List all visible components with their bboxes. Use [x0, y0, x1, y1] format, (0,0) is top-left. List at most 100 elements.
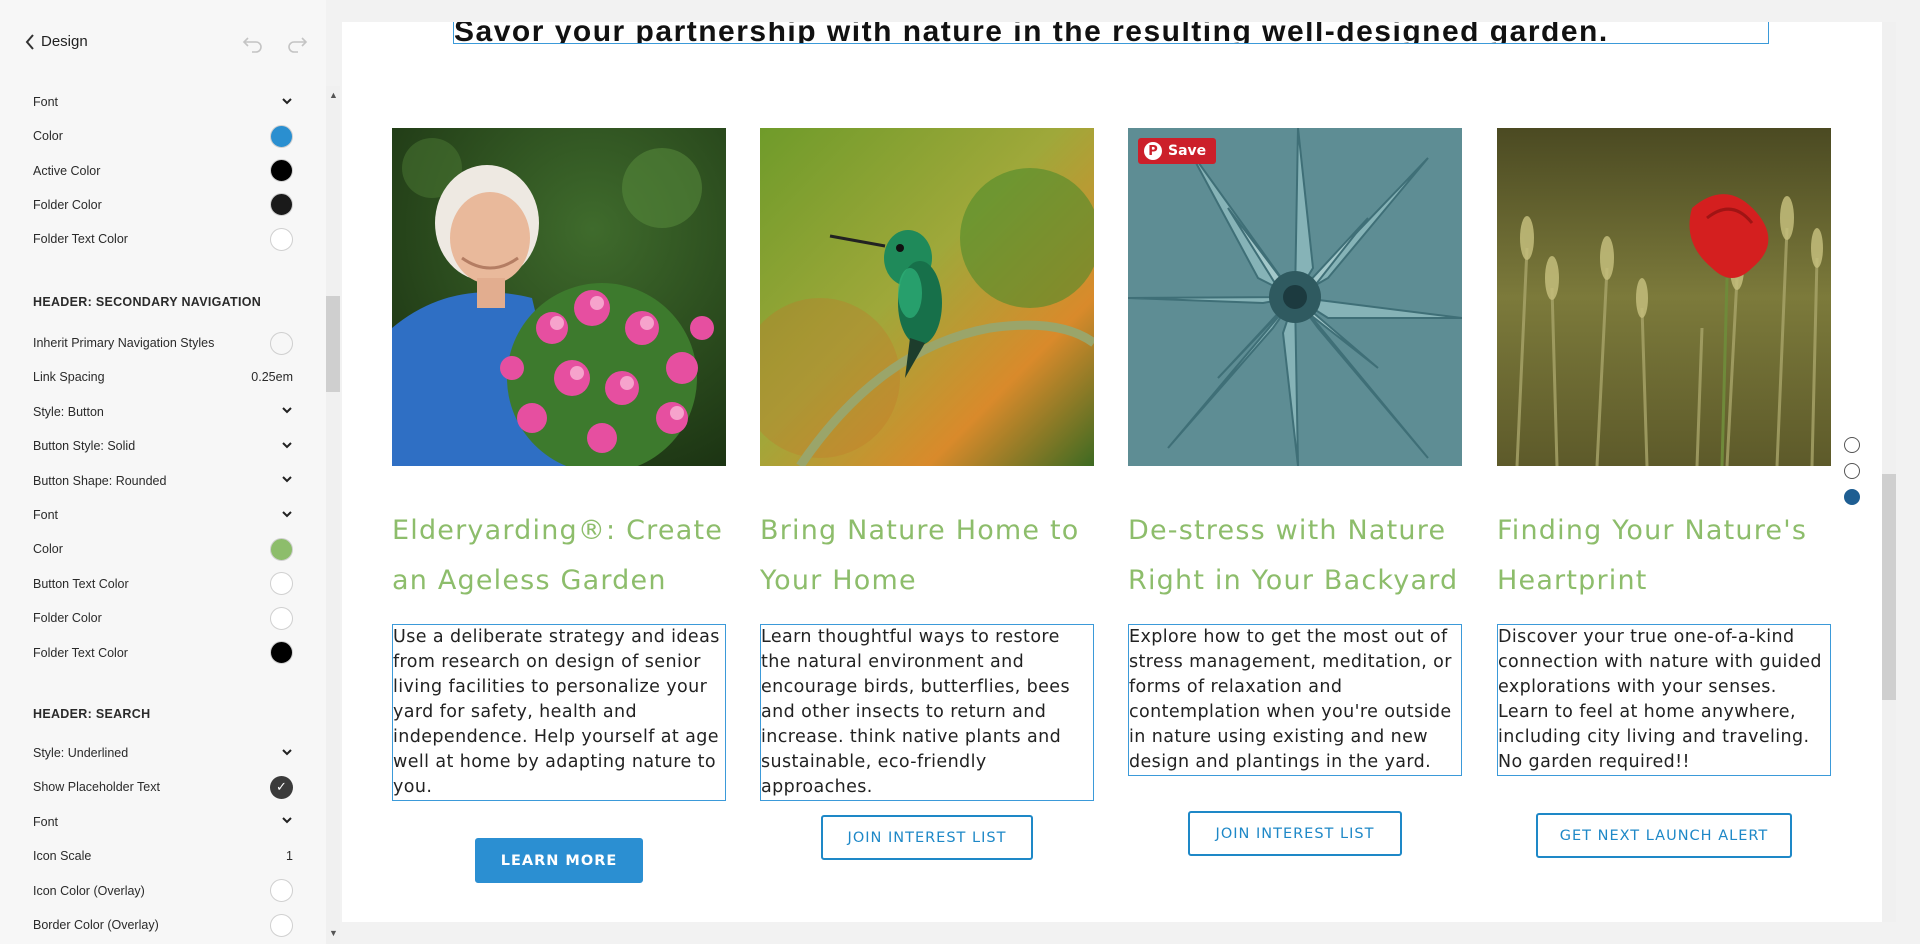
color-swatch[interactable]	[270, 606, 293, 630]
setting-label: Border Color (Overlay)	[33, 918, 159, 932]
setting-folder-color[interactable]: Folder Color	[33, 190, 293, 220]
color-swatch[interactable]	[270, 879, 293, 903]
card-destress-nature: P Save De-stress with Nature Right in Yo…	[1128, 128, 1462, 776]
back-label: Design	[41, 33, 88, 50]
dropdown-toggle[interactable]	[281, 404, 293, 419]
dropdown-toggle[interactable]	[281, 439, 293, 454]
setting-icon-color-overlay[interactable]: Icon Color (Overlay)	[33, 876, 293, 906]
setting-button-shape-rounded[interactable]: Button Shape: Rounded	[33, 466, 293, 496]
card-elderyarding: Elderyarding®: Create an Ageless Garden …	[392, 128, 726, 801]
redo-button[interactable]	[286, 33, 308, 53]
headline-text-block[interactable]: Savor your partnership with nature in th…	[453, 22, 1769, 44]
setting-style-underlined[interactable]: Style: Underlined	[33, 738, 293, 768]
setting-label: Folder Color	[33, 197, 102, 212]
setting-label: Inherit Primary Navigation Styles	[33, 336, 215, 350]
canvas-scrollbar[interactable]	[1882, 22, 1896, 922]
join-interest-list-button-2[interactable]: JOIN INTEREST LIST	[1188, 811, 1402, 856]
setting-label: Folder Color	[33, 611, 102, 626]
card-title[interactable]: De-stress with Nature Right in Your Back…	[1128, 506, 1462, 606]
setting-icon-scale[interactable]: Icon Scale 1	[33, 841, 293, 871]
setting-active-color[interactable]: Active Color	[33, 156, 293, 186]
canvas-scroll-thumb[interactable]	[1882, 474, 1896, 700]
color-swatch[interactable]	[270, 159, 293, 183]
setting-label: Button Shape: Rounded	[33, 473, 167, 488]
card-description[interactable]: Explore how to get the most out of stres…	[1128, 624, 1462, 776]
setting-label: Show Placeholder Text	[33, 780, 160, 795]
photo-hummingbird	[760, 128, 1094, 466]
scroll-up-icon[interactable]: ▲	[329, 90, 338, 100]
color-swatch[interactable]	[270, 913, 293, 937]
setting-color[interactable]: Color	[33, 121, 293, 151]
dropdown-toggle[interactable]	[281, 95, 293, 110]
card-title[interactable]: Bring Nature Home to Your Home	[760, 506, 1094, 606]
setting-link-spacing[interactable]: Link Spacing 0.25em	[33, 362, 293, 392]
color-swatch[interactable]	[270, 227, 293, 251]
setting-label: Icon Scale	[33, 849, 92, 864]
design-panel: Design Font Color Active Color Folder Color…	[0, 0, 340, 944]
pinterest-save-button[interactable]: P Save	[1138, 138, 1217, 164]
dropdown-toggle[interactable]	[281, 746, 293, 761]
card-title[interactable]: Finding Your Nature's Heartprint	[1497, 506, 1831, 606]
color-swatch[interactable]	[270, 572, 293, 596]
setting-border-color-overlay[interactable]: Border Color (Overlay)	[33, 910, 293, 940]
setting-font[interactable]: Font	[33, 807, 293, 837]
setting-folder-color[interactable]: Folder Color	[33, 603, 293, 633]
chevron-down-icon	[282, 476, 292, 483]
setting-color[interactable]: Color	[33, 534, 293, 564]
toggle-off-checkbox[interactable]	[270, 331, 293, 355]
get-next-launch-alert-button[interactable]: GET NEXT LAUNCH ALERT	[1536, 813, 1792, 858]
back-button[interactable]: Design	[25, 33, 88, 50]
card-description[interactable]: Learn thoughtful ways to restore the nat…	[760, 624, 1094, 801]
color-swatch[interactable]	[270, 641, 293, 665]
join-interest-list-button-1[interactable]: JOIN INTEREST LIST	[821, 815, 1033, 860]
dropdown-toggle[interactable]	[281, 508, 293, 523]
setting-inherit-primary-navigation-styles[interactable]: Inherit Primary Navigation Styles	[33, 328, 293, 358]
setting-folder-text-color[interactable]: Folder Text Color	[33, 224, 293, 254]
color-swatch[interactable]	[270, 193, 293, 217]
photo-red-poppy-in-wheat	[1497, 128, 1831, 466]
panel-scrollbar[interactable]: ▲ ▼	[326, 86, 340, 944]
slide-dot-1[interactable]	[1844, 437, 1860, 453]
card-description[interactable]: Discover your true one-of-a-kind connect…	[1497, 624, 1831, 776]
setting-show-placeholder-text[interactable]: Show Placeholder Text ✓	[33, 772, 293, 802]
color-swatch[interactable]	[270, 124, 293, 148]
setting-value[interactable]: 0.25em	[251, 370, 293, 384]
card-title[interactable]: Elderyarding®: Create an Ageless Garden	[392, 506, 726, 606]
setting-label: Font	[33, 508, 59, 522]
setting-label: Font	[33, 814, 59, 829]
slide-dot-2[interactable]	[1844, 463, 1860, 479]
setting-folder-text-color[interactable]: Folder Text Color	[33, 638, 293, 668]
setting-label: Button Text Color	[33, 576, 129, 591]
pin-save-label: Save	[1168, 143, 1207, 159]
setting-label: Link Spacing	[33, 370, 105, 385]
setting-label: Active Color	[33, 163, 101, 178]
chevron-down-icon	[282, 817, 292, 824]
page-canvas: Savor your partnership with nature in th…	[342, 22, 1882, 922]
setting-font[interactable]: Font	[33, 87, 293, 117]
dropdown-toggle[interactable]	[281, 473, 293, 488]
card-description[interactable]: Use a deliberate strategy and ideas from…	[392, 624, 726, 801]
setting-label: Color	[33, 542, 63, 557]
chevron-down-icon	[282, 407, 292, 414]
slide-dot-3[interactable]	[1844, 489, 1860, 505]
headline-text: Savor your partnership with nature in th…	[454, 22, 1609, 44]
setting-font[interactable]: Font	[33, 500, 293, 530]
panel-header: Design	[0, 0, 326, 86]
photo-agave-succulent: P Save	[1128, 128, 1462, 466]
undo-button[interactable]	[242, 33, 264, 53]
dropdown-toggle[interactable]	[281, 814, 293, 829]
learn-more-button[interactable]: LEARN MORE	[475, 838, 643, 883]
setting-label: Style: Button	[33, 404, 104, 419]
chevron-down-icon	[282, 441, 292, 449]
setting-label: Style: Underlined	[33, 746, 129, 760]
setting-button-style-solid[interactable]: Button Style: Solid	[33, 431, 293, 461]
section-title: HEADER: SEARCH	[33, 707, 151, 721]
setting-value[interactable]: 1	[286, 849, 293, 863]
setting-style-button[interactable]: Style: Button	[33, 397, 293, 427]
color-swatch[interactable]	[270, 537, 293, 561]
check-icon[interactable]: ✓	[270, 775, 293, 799]
setting-label: Button Style: Solid	[33, 439, 136, 454]
scroll-down-icon[interactable]: ▼	[329, 928, 338, 938]
panel-scroll-thumb[interactable]	[326, 296, 340, 392]
setting-button-text-color[interactable]: Button Text Color	[33, 569, 293, 599]
